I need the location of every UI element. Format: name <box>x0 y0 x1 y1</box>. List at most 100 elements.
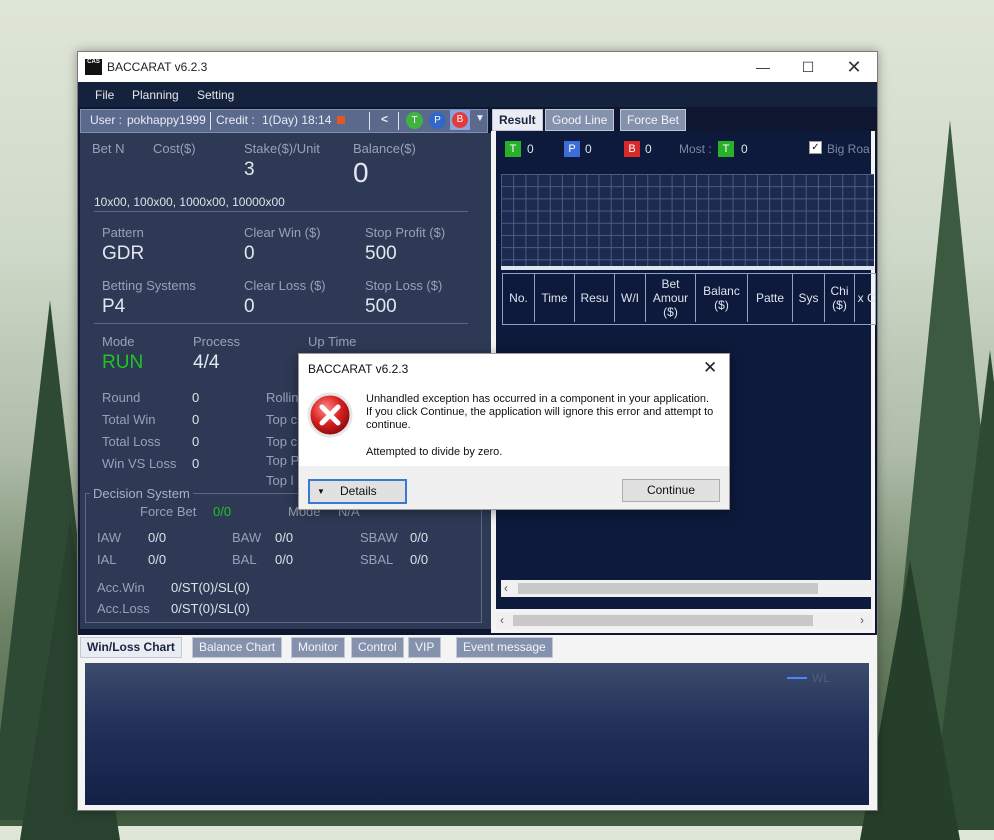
col-wl[interactable]: W/I <box>615 274 646 322</box>
iaw-value: 0/0 <box>148 530 167 545</box>
top-l-label: Top l <box>266 473 294 488</box>
iaw-label: IAW <box>97 530 122 545</box>
banker-button-frame[interactable]: B <box>450 110 470 130</box>
menu-bar: File Planning Setting <box>78 82 877 107</box>
tab-good-line[interactable]: Good Line <box>545 109 615 131</box>
decision-system-title: Decision System <box>90 486 193 501</box>
most-count: 0 <box>741 142 748 156</box>
menu-file[interactable]: File <box>95 88 114 102</box>
col-x-ch[interactable]: x Ch <box>855 274 875 322</box>
tab-control[interactable]: Control <box>351 637 404 658</box>
most-label: Most : <box>679 142 712 156</box>
dialog-close-button[interactable]: ✕ <box>703 358 717 378</box>
maximize-button[interactable]: ☐ <box>785 52 831 82</box>
tab-balance-chart[interactable]: Balance Chart <box>192 637 283 658</box>
ial-label: IAL <box>97 552 117 567</box>
player-icon: P <box>564 141 580 157</box>
col-no[interactable]: No. <box>503 274 535 322</box>
tie-button[interactable]: T <box>406 112 423 129</box>
stop-profit-value: 500 <box>365 243 397 264</box>
bet-n-label: Bet N <box>92 141 125 156</box>
col-balance[interactable]: Balanc ($) <box>696 274 748 322</box>
user-bar: User : pokhappy1999 Credit : 1(Day) 18:1… <box>80 109 488 133</box>
divider <box>94 323 468 324</box>
close-button[interactable]: ✕ <box>831 52 877 82</box>
sbaw-value: 0/0 <box>410 530 429 545</box>
tab-win-loss-chart[interactable]: Win/Loss Chart <box>80 637 182 658</box>
divider <box>94 211 468 212</box>
sbal-label: SBAL <box>360 552 394 567</box>
bottom-tab-strip: Win/Loss Chart Balance Chart Monitor Con… <box>80 637 875 658</box>
scroll-right-icon[interactable]: › <box>860 613 864 627</box>
tab-monitor[interactable]: Monitor <box>291 637 346 658</box>
baw-value: 0/0 <box>275 530 294 545</box>
baw-label: BAW <box>232 530 262 545</box>
big-road-checkbox[interactable]: ✓ <box>809 141 822 154</box>
result-table-header: No. Time Resu W/I Bet Amour ($) Balanc (… <box>502 273 876 325</box>
col-time[interactable]: Time <box>535 274 575 322</box>
user-label: User : <box>90 113 123 127</box>
separator <box>398 112 399 130</box>
total-win-label: Total Win <box>102 412 156 427</box>
details-button[interactable]: ▼ Details <box>308 479 407 504</box>
table-scrollbar[interactable]: ‹ <box>501 580 874 597</box>
app-icon: CAS <box>85 59 102 75</box>
pattern-label: Pattern <box>102 225 144 240</box>
col-result[interactable]: Resu <box>575 274 615 322</box>
acc-loss-label: Acc.Loss <box>97 601 150 616</box>
tab-vip[interactable]: VIP <box>408 637 442 658</box>
minimize-button[interactable]: — <box>740 52 786 82</box>
panel-scrollbar[interactable]: ‹ › <box>496 612 872 629</box>
details-label: Details <box>340 484 377 498</box>
scroll-thumb[interactable] <box>513 615 813 626</box>
tab-event-message[interactable]: Event message <box>456 637 553 658</box>
ial-value: 0/0 <box>148 552 167 567</box>
scroll-left-icon[interactable]: ‹ <box>500 613 504 627</box>
scroll-thumb[interactable] <box>518 583 818 594</box>
scroll-left-icon[interactable]: ‹ <box>504 581 508 595</box>
player-button[interactable]: P <box>429 112 446 129</box>
menu-setting[interactable]: Setting <box>197 88 234 102</box>
win-loss-chart: WL <box>85 663 869 805</box>
round-label: Round <box>102 390 141 405</box>
dropdown-arrow-icon[interactable]: ▼ <box>475 113 485 129</box>
clear-loss-label: Clear Loss ($) <box>244 278 326 293</box>
stop-loss-label: Stop Loss ($) <box>365 278 443 293</box>
error-message: Unhandled exception has occurred in a co… <box>366 393 714 431</box>
stop-icon[interactable] <box>337 116 345 124</box>
player-count: 0 <box>585 142 592 156</box>
sbal-value: 0/0 <box>410 552 429 567</box>
col-chip[interactable]: Chi ($) <box>825 274 855 322</box>
uptime-label: Up Time <box>308 334 357 349</box>
total-loss-value: 0 <box>192 434 200 449</box>
total-win-value: 0 <box>192 412 200 427</box>
back-button[interactable]: < <box>381 112 388 126</box>
sbaw-label: SBAW <box>360 530 398 545</box>
window-title: BACCARAT v6.2.3 <box>107 60 208 74</box>
unit-list: 10x00, 100x00, 1000x00, 10000x00 <box>94 195 285 209</box>
tab-force-bet[interactable]: Force Bet <box>620 109 687 131</box>
chevron-down-icon: ▼ <box>317 487 325 496</box>
tab-result[interactable]: Result <box>492 109 543 131</box>
big-road-label: Big Roa <box>827 142 870 156</box>
col-bet-amount[interactable]: Bet Amour ($) <box>646 274 696 322</box>
banker-count: 0 <box>645 142 652 156</box>
separator <box>210 112 211 130</box>
cost-label: Cost($) <box>153 141 196 156</box>
menu-planning[interactable]: Planning <box>132 88 179 102</box>
col-sys[interactable]: Sys <box>793 274 825 322</box>
col-pattern[interactable]: Patte <box>748 274 793 322</box>
continue-button[interactable]: Continue <box>622 479 720 502</box>
error-icon <box>307 392 353 438</box>
title-bar[interactable]: CAS BACCARAT v6.2.3 — ☐ ✕ <box>78 52 877 82</box>
bal-label: BAL <box>232 552 257 567</box>
big-road-grid <box>501 174 874 266</box>
acc-win-value: 0/ST(0)/SL(0) <box>171 580 250 595</box>
clear-win-label: Clear Win ($) <box>244 225 321 240</box>
error-dialog: BACCARAT v6.2.3 ✕ Unhandled exception ha… <box>298 353 730 510</box>
stop-loss-value: 500 <box>365 296 397 317</box>
process-label: Process <box>193 334 240 349</box>
top-c-label: Top c <box>266 434 298 449</box>
stake-label: Stake($)/Unit <box>244 141 320 156</box>
betting-systems-value: P4 <box>102 296 126 317</box>
